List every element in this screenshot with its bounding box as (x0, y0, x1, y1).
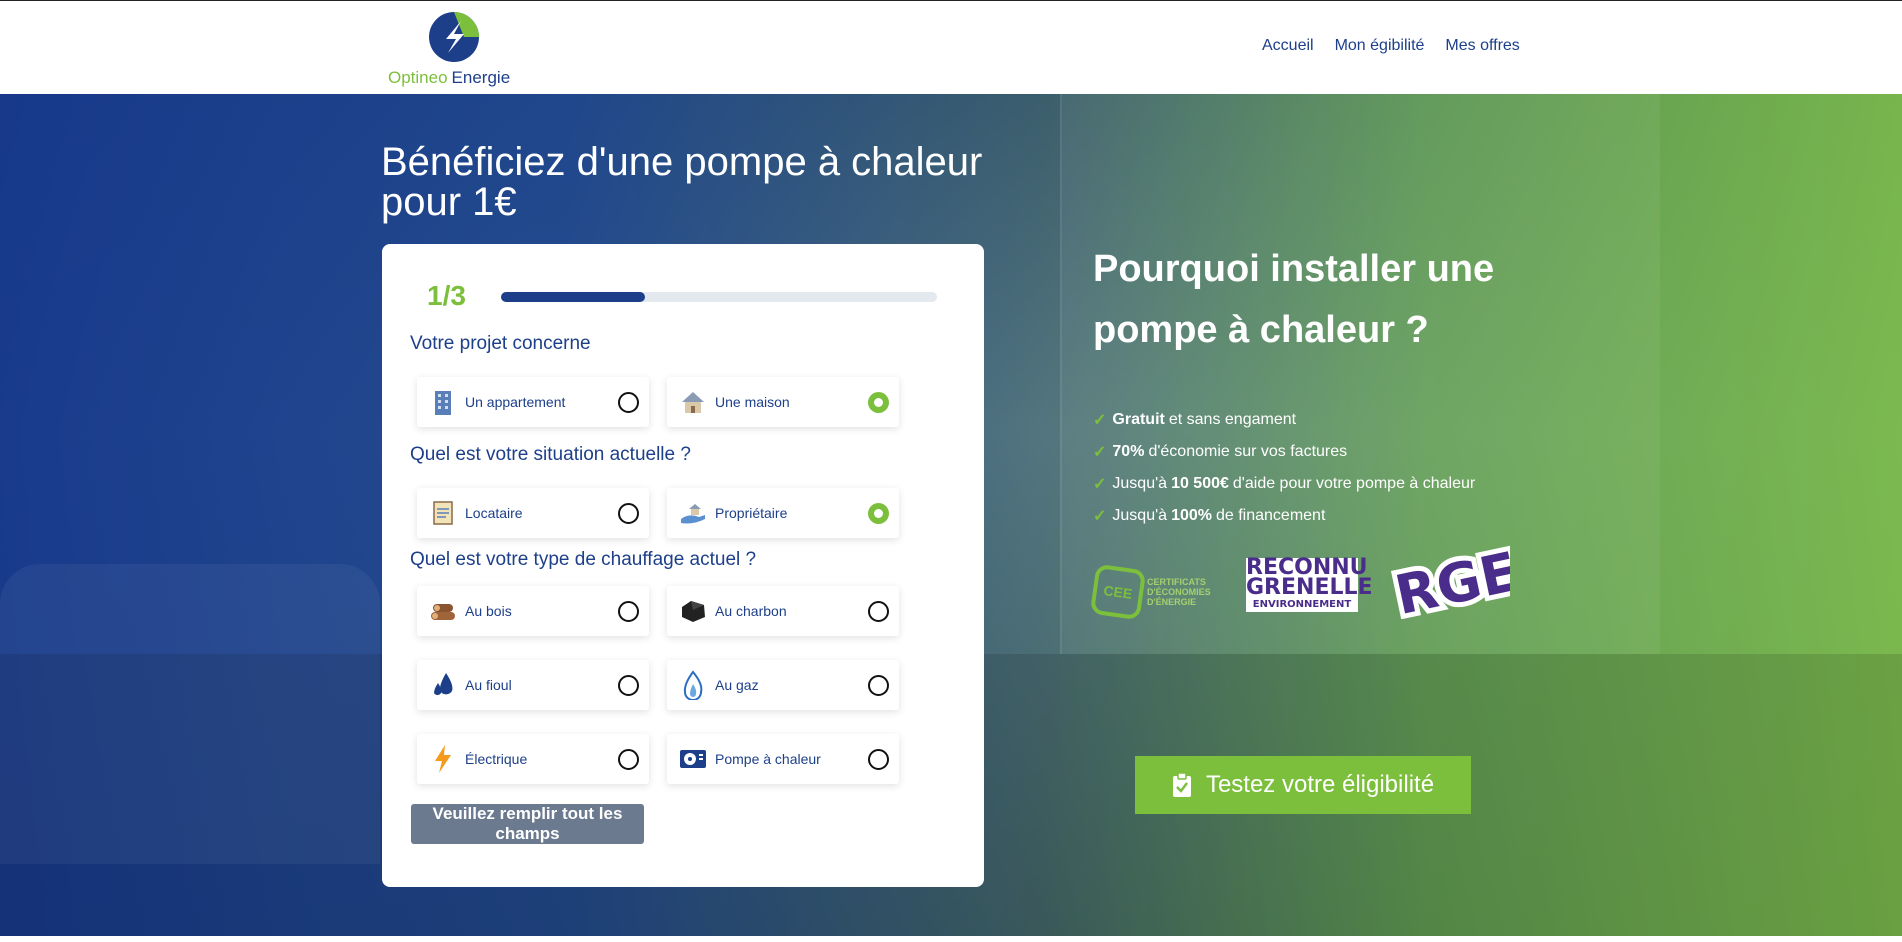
benefit-prefix: Jusqu'à (1112, 475, 1168, 492)
benefit-bold: 70% (1112, 443, 1145, 460)
option-maison[interactable]: Une maison (667, 377, 899, 427)
option-locataire[interactable]: Locataire (417, 488, 649, 538)
radio-locataire[interactable] (618, 502, 639, 524)
option-label: Au charbon (715, 603, 787, 619)
nav-link-eligibilite[interactable]: Mon égibilité (1335, 37, 1425, 55)
cee-line: D'ÉNERGIE (1147, 597, 1197, 607)
main-nav: Accueil Mon égibilité Mes offres (1262, 37, 1520, 55)
page-bottom-edge (0, 936, 1902, 942)
logo-wordmark: Optineo Energie (388, 68, 510, 88)
option-label: Pompe à chaleur (715, 751, 821, 767)
cee-line: D'ÉCONOMIES (1147, 587, 1211, 597)
benefit-bold: 10 500€ (1171, 475, 1229, 492)
rge-text: RGE (1390, 544, 1510, 619)
radio-electrique[interactable] (618, 748, 639, 770)
option-label: Un appartement (465, 394, 566, 410)
question-situation: Quel est votre situation actuelle ? (410, 444, 691, 465)
benefit-bold: Gratuit (1112, 411, 1165, 428)
option-appartement[interactable]: Un appartement (417, 377, 649, 427)
test-eligibility-button[interactable]: Testez votre éligibilité (1135, 756, 1471, 814)
option-charbon[interactable]: Au charbon (667, 586, 899, 636)
option-bois[interactable]: Au bois (417, 586, 649, 636)
progress-bar (501, 292, 937, 302)
eligibility-form-card: 1/3 Votre projet concerne Un appartement… (382, 244, 984, 887)
check-icon: ✓ (1093, 412, 1107, 429)
nav-link-accueil[interactable]: Accueil (1262, 37, 1314, 55)
benefit-bold: 100% (1171, 507, 1212, 524)
grenelle-line: ENVIRONNEMENT (1246, 598, 1358, 612)
option-label: Une maison (715, 394, 790, 410)
check-icon: ✓ (1093, 444, 1107, 461)
option-label: Locataire (465, 505, 523, 521)
radio-fioul[interactable] (618, 674, 639, 696)
apartment-building-icon (429, 388, 457, 416)
step-indicator: 1/3 (427, 280, 466, 311)
option-electrique[interactable]: Électrique (417, 734, 649, 784)
site-header: Optineo Energie Accueil Mon égibilité Mes… (0, 0, 1902, 94)
hero-title: Bénéficiez d'une pompe à chaleur pour 1€ (381, 140, 983, 224)
why-title: Pourquoi installer une pompe à chaleur ? (1093, 248, 1495, 351)
benefit-text: de financement (1215, 507, 1326, 524)
benefit-item: ✓ Gratuit et sans engament (1093, 404, 1475, 436)
radio-proprietaire-selected[interactable] (868, 502, 889, 524)
lightning-icon (429, 745, 457, 773)
benefit-item: ✓ 70% d'économie sur vos factures (1093, 436, 1475, 468)
heat-pump-icon (679, 745, 707, 773)
option-fioul[interactable]: Au fioul (417, 660, 649, 710)
benefit-text: et sans engament (1168, 411, 1297, 428)
cee-logo-icon: CEE (1089, 563, 1147, 621)
clipboard-check-icon (1172, 772, 1191, 797)
cee-badge: CEE CERTIFICATS D'ÉCONOMIES D'ÉNERGIE (1089, 562, 1223, 622)
check-icon: ✓ (1093, 508, 1107, 525)
coal-icon (679, 597, 707, 625)
radio-maison-selected[interactable] (868, 391, 889, 413)
submit-button-disabled[interactable]: Veuillez remplir tout les champs (411, 804, 644, 844)
question-projet: Votre projet concerne (410, 333, 591, 354)
benefit-item: ✓ Jusqu'à 100% de financement (1093, 500, 1475, 532)
option-label: Propriétaire (715, 505, 788, 521)
option-label: Électrique (465, 751, 528, 767)
cta-label: Testez votre éligibilité (1205, 771, 1435, 798)
question-chauffage: Quel est votre type de chauffage actuel … (410, 549, 757, 570)
cee-line: CERTIFICATS (1147, 577, 1206, 587)
hero-section: Bénéficiez d'une pompe à chaleur pour 1€… (0, 94, 1902, 936)
option-label: Au gaz (715, 677, 759, 693)
benefits-list: ✓ Gratuit et sans engament ✓ 70% d'économie … (1093, 404, 1475, 532)
radio-appartement[interactable] (618, 391, 639, 413)
radio-pompe-a-chaleur[interactable] (868, 748, 889, 770)
benefit-text: d'aide pour votre pompe à chaleur (1232, 475, 1476, 492)
benefit-prefix: Jusqu'à (1112, 507, 1168, 524)
lease-document-icon (429, 499, 457, 527)
radio-charbon[interactable] (868, 600, 889, 622)
logo-word-optineo: Optineo (388, 68, 448, 87)
check-icon: ✓ (1093, 476, 1107, 493)
cee-badge-text: CERTIFICATS D'ÉCONOMIES D'ÉNERGIE (1147, 577, 1211, 607)
option-label: Au bois (465, 603, 512, 619)
background-bed (0, 564, 380, 864)
gas-flame-icon (679, 670, 707, 700)
grenelle-line: GRENELLE (1246, 575, 1373, 600)
option-gaz[interactable]: Au gaz (667, 660, 899, 710)
benefit-item: ✓ Jusqu'à 10 500€ d'aide pour votre pompe à… (1093, 468, 1475, 500)
progress-bar-fill (501, 292, 645, 302)
radio-bois[interactable] (618, 600, 639, 622)
optineo-logo[interactable]: Optineo Energie (388, 11, 538, 91)
logo-word-energie: Energie (451, 68, 511, 87)
wood-logs-icon (429, 597, 457, 625)
rge-badge: RGE RGE (1385, 544, 1510, 619)
benefit-text: d'économie sur vos factures (1148, 443, 1348, 460)
oil-drop-icon (429, 671, 457, 699)
logo-mark-icon (429, 12, 479, 62)
nav-link-offres[interactable]: Mes offres (1445, 37, 1519, 55)
option-label: Au fioul (465, 677, 512, 693)
grenelle-badge: RECONNU GRENELLE ENVIRONNEMENT (1246, 557, 1373, 622)
option-pompe-a-chaleur[interactable]: Pompe à chaleur (667, 734, 899, 784)
option-proprietaire[interactable]: Propriétaire (667, 488, 899, 538)
radio-gaz[interactable] (868, 674, 889, 696)
hand-house-icon (679, 499, 707, 527)
house-icon (679, 388, 707, 416)
